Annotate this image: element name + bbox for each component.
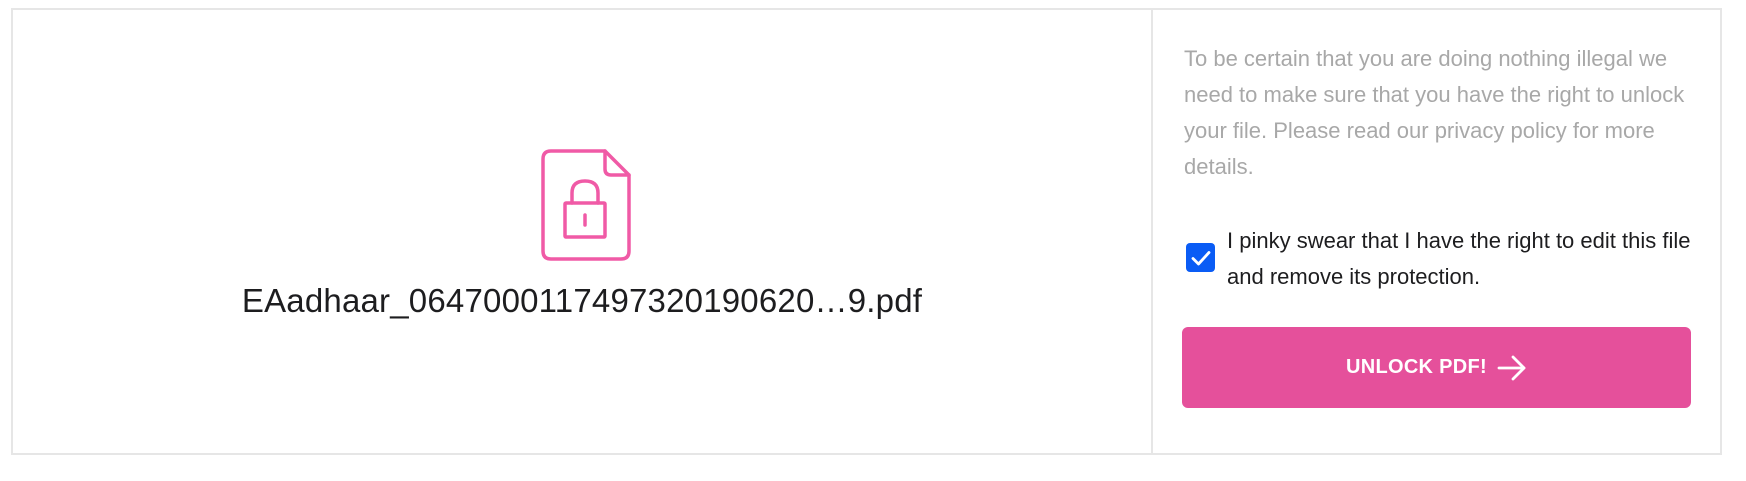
arrow-right-icon: [1497, 355, 1527, 381]
locked-file-icon: [541, 149, 631, 261]
unlock-form-pane: To be certain that you are doing nothing…: [1153, 10, 1720, 453]
file-preview-pane: EAadhaar_0647000117497320190620…9.pdf: [13, 10, 1153, 453]
unlock-pdf-button[interactable]: UNLOCK PDF!: [1182, 327, 1691, 408]
checkmark-icon: [1191, 250, 1210, 265]
consent-label[interactable]: I pinky swear that I have the right to e…: [1227, 223, 1706, 295]
consent-checkbox[interactable]: [1186, 243, 1215, 272]
unlock-card: EAadhaar_0647000117497320190620…9.pdf To…: [11, 8, 1722, 455]
consent-row[interactable]: I pinky swear that I have the right to e…: [1186, 223, 1706, 295]
unlock-pdf-button-label: UNLOCK PDF!: [1345, 356, 1488, 378]
file-name: EAadhaar_0647000117497320190620…9.pdf: [241, 282, 923, 319]
legal-notice: To be certain that you are doing nothing…: [1184, 46, 1685, 179]
